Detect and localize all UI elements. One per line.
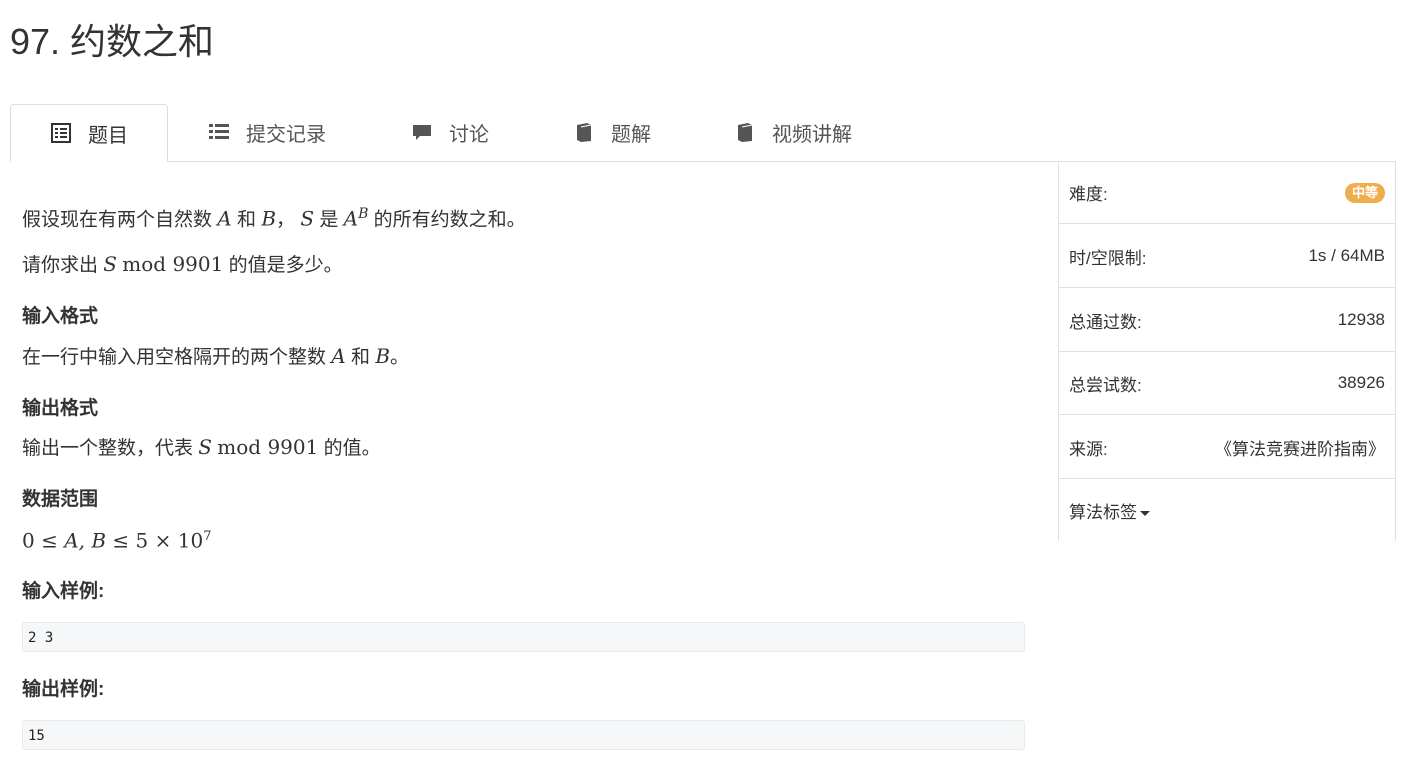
tab-label: 讨论 (449, 123, 489, 146)
tab-solutions[interactable]: 题解 (573, 104, 651, 160)
book-icon (577, 123, 592, 142)
problem-tabs: 题目 提交记录 讨论 题解 视频讲解 (10, 104, 1396, 162)
tried-value: 38926 (1337, 373, 1385, 392)
tab-video[interactable]: 视频讲解 (734, 104, 852, 160)
output-format-heading: 输出格式 (22, 398, 99, 419)
tab-discussion[interactable]: 讨论 (411, 104, 489, 160)
source-row: 来源: 《算法竞赛进阶指南》 (1059, 416, 1395, 479)
statement-para-2: 请你求出 S mod 9901 的值是多少。 (22, 252, 343, 276)
tab-label: 提交记录 (246, 123, 326, 146)
tab-problem[interactable]: 题目 (10, 104, 168, 162)
tab-label: 视频讲解 (772, 123, 852, 146)
sample-input-heading: 输入样例: (22, 581, 105, 602)
sample-input-code[interactable]: 2 3 (22, 622, 1025, 652)
caret-down-icon (1140, 511, 1150, 517)
tags-toggle[interactable]: 算法标签 (1069, 498, 1150, 523)
tab-submissions[interactable]: 提交记录 (208, 104, 326, 160)
source-label: 来源: (1069, 439, 1108, 459)
comment-icon (413, 125, 431, 140)
data-range-heading: 数据范围 (22, 489, 99, 510)
sample-output-heading: 输出样例: (22, 679, 105, 700)
output-format-text: 输出一个整数，代表 S mod 9901 的值。 (22, 435, 381, 459)
limit-row: 时/空限制: 1s / 64MB (1059, 225, 1395, 288)
tags-row[interactable]: 算法标签 (1059, 479, 1395, 542)
tried-label: 总尝试数: (1069, 375, 1142, 395)
passed-row: 总通过数: 12938 (1059, 289, 1395, 352)
limit-label: 时/空限制: (1069, 248, 1147, 268)
difficulty-row: 难度: 中等 (1059, 161, 1395, 224)
list-alt-icon (51, 123, 71, 143)
difficulty-badge: 中等 (1344, 182, 1385, 203)
tab-label: 题目 (88, 124, 128, 147)
data-range-expr: 0 ≤ A, B ≤ 5 × 107 (22, 528, 212, 553)
book-icon (738, 123, 753, 142)
source-value[interactable]: 《算法竞赛进阶指南》 (1215, 435, 1385, 460)
statement-para-1: 假设现在有两个自然数 A 和 B， S 是 AB 的所有约数之和。 (22, 206, 526, 231)
list-icon (209, 124, 229, 139)
passed-value: 12938 (1337, 310, 1385, 329)
tab-label: 题解 (611, 123, 651, 146)
difficulty-label: 难度: (1069, 185, 1108, 204)
tried-row: 总尝试数: 38926 (1059, 352, 1395, 415)
limit-value: 1s / 64MB (1308, 246, 1385, 265)
problem-info-panel: 难度: 中等 时/空限制: 1s / 64MB 总通过数: 12938 总尝试数… (1058, 161, 1396, 541)
input-format-text: 在一行中输入用空格隔开的两个整数 A 和 B。 (22, 344, 410, 368)
sample-output-code[interactable]: 15 (22, 720, 1025, 750)
passed-label: 总通过数: (1069, 312, 1142, 332)
page-title: 97. 约数之和 (10, 21, 215, 62)
input-format-heading: 输入格式 (22, 306, 99, 327)
